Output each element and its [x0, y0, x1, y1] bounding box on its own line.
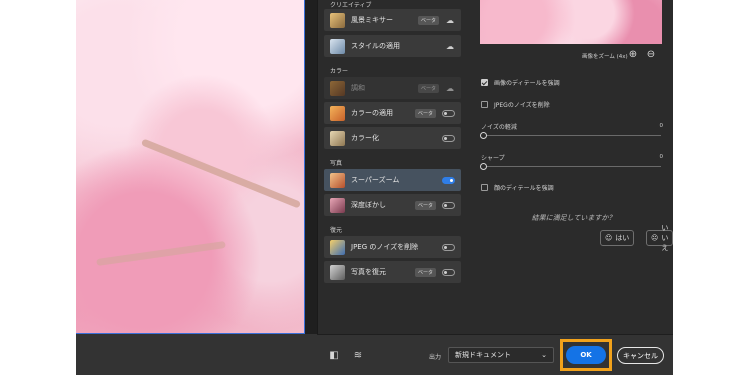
zoom-level-label: 画像をズーム (4x) — [582, 54, 628, 60]
beta-badge: ベータ — [417, 83, 439, 93]
filter-thumbnail — [330, 38, 345, 54]
noise-reduction-label: ノイズの軽減 — [481, 124, 517, 131]
preview-image — [76, 0, 305, 334]
output-label: 出力 — [429, 354, 442, 361]
checkbox[interactable] — [481, 101, 488, 108]
section-label-restore: 復元 — [330, 227, 343, 234]
option-label: 顔のディテールを強調 — [494, 185, 554, 192]
option-remove-jpeg-artifacts[interactable]: JPEGのノイズを削除 — [481, 100, 550, 109]
filter-label: JPEG のノイズを削除 — [351, 243, 419, 251]
sharpen-slider[interactable] — [483, 166, 661, 167]
bottom-bar-divider — [317, 334, 673, 335]
filter-item-jpeg-artifacts-removal[interactable]: JPEG のノイズを削除 — [324, 236, 461, 258]
compare-view-icon[interactable]: ◧ — [328, 350, 340, 362]
feedback-no-label: いいえ — [661, 224, 669, 252]
filter-thumbnail — [330, 105, 345, 121]
filter-item-color-transfer[interactable]: カラーの適用 ベータ — [324, 102, 461, 124]
cloud-download-icon[interactable]: ☁ — [445, 42, 455, 51]
filter-toggle[interactable] — [442, 134, 455, 142]
beta-badge: ベータ — [417, 15, 439, 25]
option-label: JPEGのノイズを削除 — [494, 102, 550, 109]
filter-label: スタイルの適用 — [351, 42, 400, 50]
zoom-in-icon[interactable]: ⊕ — [627, 49, 639, 61]
filter-toggle[interactable] — [442, 201, 455, 209]
sharpen-value: 0 — [659, 154, 664, 160]
filter-thumbnail — [330, 197, 345, 213]
filter-toggle[interactable] — [442, 268, 455, 276]
filter-thumbnail — [330, 172, 345, 188]
feedback-yes-label: はい — [615, 234, 630, 242]
filter-label: 調和 — [351, 84, 365, 92]
filter-toggle[interactable] — [442, 243, 455, 251]
section-label-photo: 写真 — [330, 160, 343, 167]
noise-reduction-slider[interactable] — [483, 135, 661, 136]
preview-pane — [76, 0, 317, 375]
filter-item-landscape-mixer[interactable]: 風景ミキサー ベータ ☁ — [324, 9, 461, 31]
filter-label: スーパーズーム — [351, 176, 400, 184]
noise-reduction-value: 0 — [659, 123, 664, 129]
option-enhance-image-details[interactable]: 画像のディテールを強調 — [481, 78, 560, 87]
feedback-yes-button[interactable]: ☺ はい — [600, 230, 635, 246]
option-enhance-face-details[interactable]: 顔のディテールを強調 — [481, 183, 554, 192]
neural-filters-window: クリエイティブ 風景ミキサー ベータ ☁ スタイルの適用 ☁ カラー 調和 ベー… — [76, 0, 673, 375]
filter-label: カラーの適用 — [351, 109, 393, 117]
filter-item-colorize[interactable]: カラー化 — [324, 127, 461, 149]
filter-thumbnail — [330, 239, 345, 255]
preview-divider — [317, 0, 318, 375]
cancel-button[interactable]: キャンセル — [617, 347, 664, 364]
section-label-creative: クリエイティブ — [330, 2, 372, 9]
filter-label: 風景ミキサー — [351, 16, 393, 24]
sharpen-slider-handle[interactable] — [480, 163, 487, 170]
filter-label: カラー化 — [351, 134, 379, 142]
cloud-download-icon[interactable]: ☁ — [445, 84, 455, 93]
filter-thumbnail — [330, 264, 345, 280]
filter-label: 写真を復元 — [351, 268, 386, 276]
filter-item-super-zoom[interactable]: スーパーズーム — [324, 169, 461, 191]
smile-icon: ☺ — [605, 234, 613, 242]
checkbox[interactable] — [481, 79, 488, 86]
output-select-value: 新規ドキュメント — [455, 351, 511, 359]
beta-badge: ベータ — [414, 200, 436, 210]
filter-toggle[interactable] — [442, 109, 455, 117]
feedback-no-button[interactable]: ☹ いいえ — [646, 224, 673, 252]
beta-badge: ベータ — [414, 267, 436, 277]
filter-label: 深度ぼかし — [351, 201, 386, 209]
filter-settings-panel: 画像をズーム (4x) ⊕ ⊖ 画像のディテールを強調 JPEGのノイズを削除 … — [474, 0, 673, 334]
zoom-out-icon[interactable]: ⊖ — [645, 49, 657, 61]
frown-icon: ☹ — [651, 234, 659, 242]
filter-thumbnail — [330, 12, 345, 28]
filter-item-depth-blur[interactable]: 深度ぼかし ベータ — [324, 194, 461, 216]
ok-button[interactable]: OK — [566, 346, 606, 364]
beta-badge: ベータ — [414, 108, 436, 118]
filter-thumbnail — [330, 80, 345, 96]
cloud-download-icon[interactable]: ☁ — [445, 16, 455, 25]
checkbox[interactable] — [481, 184, 488, 191]
output-select[interactable]: 新規ドキュメント ⌄ — [448, 347, 554, 363]
chevron-down-icon: ⌄ — [541, 351, 547, 359]
filter-item-harmonization[interactable]: 調和 ベータ ☁ — [324, 77, 461, 99]
filter-item-style-transfer[interactable]: スタイルの適用 ☁ — [324, 35, 461, 57]
filter-item-photo-restoration[interactable]: 写真を復元 ベータ — [324, 261, 461, 283]
zoom-navigator-image — [480, 0, 662, 44]
sharpen-label: シャープ — [481, 155, 505, 162]
filter-list: クリエイティブ 風景ミキサー ベータ ☁ スタイルの適用 ☁ カラー 調和 ベー… — [324, 0, 461, 334]
filter-thumbnail — [330, 130, 345, 146]
filter-toggle[interactable] — [442, 176, 455, 184]
layers-icon[interactable]: ≋ — [352, 350, 364, 362]
noise-reduction-slider-handle[interactable] — [480, 132, 487, 139]
section-label-color: カラー — [330, 68, 349, 75]
feedback-question: 結果に満足していますか？ — [531, 214, 616, 222]
option-label: 画像のディテールを強調 — [494, 80, 560, 87]
